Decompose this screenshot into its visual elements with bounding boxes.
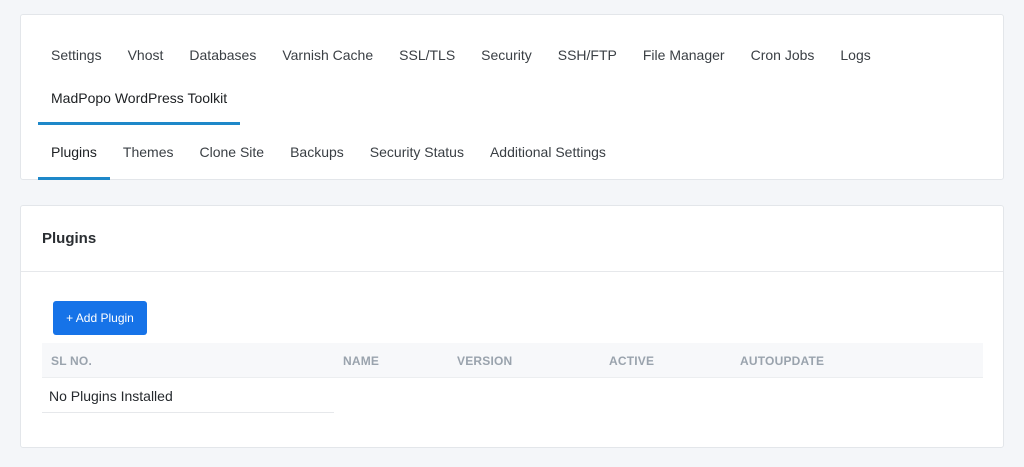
site-nav-card: Settings Vhost Databases Varnish Cache S…	[20, 14, 1004, 180]
column-header-sl-no: SL NO.	[51, 354, 92, 368]
toolkit-sub-tab-bar: Plugins Themes Clone Site Backups Securi…	[38, 124, 619, 180]
column-header-autoupdate: AUTOUPDATE	[740, 354, 825, 368]
tab-security-status[interactable]: Security Status	[357, 124, 477, 180]
column-header-active: ACTIVE	[609, 354, 655, 368]
tab-file-manager[interactable]: File Manager	[630, 27, 738, 82]
tab-ssh-ftp[interactable]: SSH/FTP	[545, 27, 630, 82]
column-header-name: NAME	[343, 354, 380, 368]
tab-wordpress-toolkit[interactable]: MadPopo WordPress Toolkit	[38, 70, 241, 125]
column-header-version: VERSION	[457, 354, 513, 368]
plugins-panel-header: Plugins	[21, 206, 1003, 272]
tab-plugins[interactable]: Plugins	[38, 124, 110, 180]
tab-backups[interactable]: Backups	[277, 124, 357, 180]
plugins-table-header: SL NO. NAME VERSION ACTIVE AUTOUPDATE	[42, 343, 983, 378]
tab-logs[interactable]: Logs	[827, 27, 883, 82]
page-title: Plugins	[42, 230, 97, 247]
tab-varnish-cache[interactable]: Varnish Cache	[269, 27, 386, 82]
tab-cron-jobs[interactable]: Cron Jobs	[738, 27, 828, 82]
tab-ssl-tls[interactable]: SSL/TLS	[386, 27, 468, 82]
tab-themes[interactable]: Themes	[110, 124, 187, 180]
add-plugin-button[interactable]: + Add Plugin	[53, 301, 147, 335]
tab-additional-settings[interactable]: Additional Settings	[477, 124, 619, 180]
tab-clone-site[interactable]: Clone Site	[187, 124, 278, 180]
tab-security[interactable]: Security	[468, 27, 545, 82]
toolkit-tab-bar: MadPopo WordPress Toolkit	[38, 70, 241, 125]
table-row: No Plugins Installed	[42, 378, 334, 413]
empty-state-message: No Plugins Installed	[49, 388, 173, 404]
plugins-panel: Plugins + Add Plugin SL NO. NAME VERSION…	[20, 205, 1004, 448]
